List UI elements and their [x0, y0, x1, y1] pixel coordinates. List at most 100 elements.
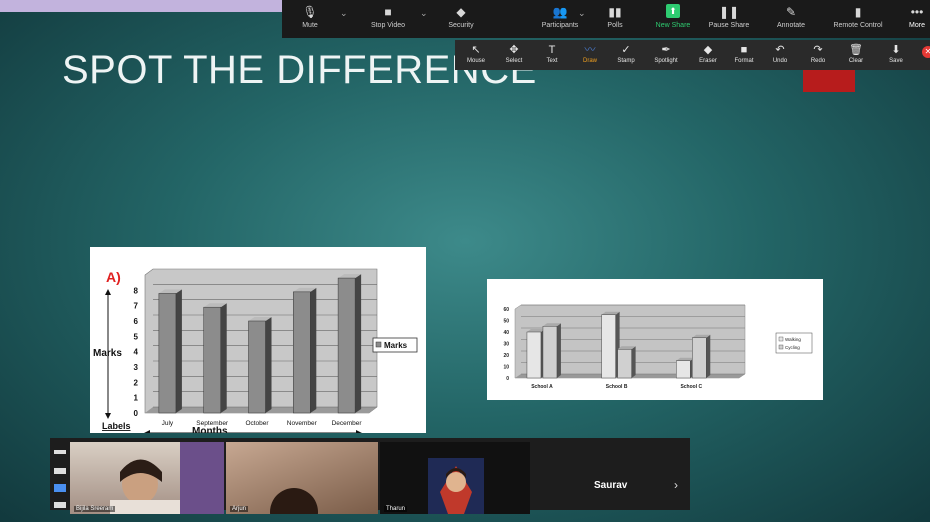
annotate-format-button[interactable]: ■ Format: [727, 40, 761, 70]
spotlight-pen-icon: ✒: [661, 44, 671, 56]
trash-icon: 🗑: [849, 44, 863, 56]
bar-chart-icon: ▮▮: [608, 5, 622, 19]
bar: [617, 349, 632, 379]
y-tick-label: 7: [134, 302, 139, 311]
participant-avatar: [428, 458, 484, 514]
bar-side: [175, 289, 182, 413]
text-t-icon: T: [548, 44, 556, 56]
toolbar-label: Security: [448, 22, 474, 29]
ellipsis-icon: •••: [910, 5, 924, 19]
eraser-icon: ◆: [703, 44, 713, 56]
toolbar-annotate-button[interactable]: ✎ Annotate: [768, 0, 814, 38]
curtain-shape: [180, 442, 224, 514]
x-tick-label: October: [245, 420, 269, 427]
toolbar-label: Stop Video: [370, 22, 406, 29]
squiggle-icon: 〰: [584, 44, 596, 56]
participant-tile[interactable]: Arjun: [226, 442, 378, 514]
shirt-shape: [110, 500, 180, 514]
chevron-down-icon[interactable]: ⌄: [420, 8, 428, 19]
annotate-eraser-button[interactable]: ◆ Eraser: [691, 40, 725, 70]
chart-b-panel: 0 10 20 30 40 50 60 School A School B School C Wal…: [487, 279, 823, 400]
annotate-undo-button[interactable]: ↶ Undo: [763, 40, 797, 70]
annotate-label: Stamp: [617, 58, 635, 64]
y-tick-label: 1: [134, 394, 139, 403]
x-tick-label: December: [332, 420, 363, 427]
annotate-text-button[interactable]: T Text: [535, 40, 569, 70]
x-tick-label: School C: [680, 384, 702, 390]
toolbar-more-button[interactable]: ••• More: [894, 0, 930, 38]
y-tick-label: 3: [134, 363, 139, 372]
bar-side: [556, 323, 561, 378]
y-tick-label: 8: [134, 286, 139, 295]
chevron-down-icon[interactable]: ⌄: [340, 8, 348, 19]
chevron-down-icon[interactable]: ⌄: [578, 8, 586, 19]
undo-icon: ↶: [775, 44, 785, 56]
annotate-mouse-button[interactable]: ↖ Mouse: [459, 40, 493, 70]
toolbar-security-button[interactable]: ◆ Security: [438, 0, 484, 38]
y-tick-label: 30: [503, 342, 509, 348]
square-color-icon: ■: [740, 44, 748, 56]
next-page-chevron-icon[interactable]: ›: [674, 478, 678, 492]
redo-icon: ↷: [813, 44, 823, 56]
annotation-red-mark: [803, 70, 855, 92]
annotate-draw-button[interactable]: 〰 Draw: [573, 40, 607, 70]
mouse-icon: ▮: [854, 5, 862, 19]
annotate-label: Draw: [582, 58, 597, 64]
annotate-save-button[interactable]: ⬇ Save: [879, 40, 913, 70]
panel-label: A): [106, 269, 121, 285]
annotation-toolbar: ↖ Mouse ✥ Select T Text 〰 Draw ✓ Stamp ✒ Spotlight ◆…: [455, 40, 930, 70]
bar: [203, 306, 221, 414]
annotate-label: Eraser: [699, 58, 717, 64]
move-icon: ✥: [509, 44, 519, 56]
pause-icon: ❚❚: [718, 5, 740, 19]
close-annotation-icon[interactable]: ✕: [922, 46, 930, 58]
annotate-label: Select: [505, 58, 523, 64]
y-tick-label: 40: [503, 330, 509, 336]
annotate-select-button[interactable]: ✥ Select: [497, 40, 531, 70]
chart-a-panel: 0 1 2 3 4 5 6 7 8 July September October November Dec…: [90, 247, 426, 437]
legend-swatch: [375, 341, 382, 348]
toolbar-remote-control-button[interactable]: ▮ Remote Control: [822, 0, 894, 38]
participant-tile[interactable]: Tharun: [380, 442, 530, 514]
bar-side: [631, 346, 636, 378]
participant-name: Arjun: [230, 506, 249, 512]
legend-swatch: [778, 336, 784, 342]
bar: [158, 293, 177, 414]
participant-name: Bijila Sreeram: [74, 506, 116, 512]
toolbar-participants-button[interactable]: 👥 Participants: [530, 0, 590, 38]
chart-a: 012345678July September October November Dec…: [93, 268, 418, 437]
minimize-icon[interactable]: [54, 450, 66, 454]
toolbar-pause-share-button[interactable]: ❚❚ Pause Share: [706, 0, 752, 38]
participant-strip: Bijila Sreeram Arjun Tharun: [50, 438, 690, 514]
bar: [676, 360, 691, 379]
participant-video-2: [270, 488, 318, 514]
annotate-label: Redo: [810, 58, 826, 64]
y-tick-label: 6: [134, 317, 139, 326]
toolbar-new-share-button[interactable]: ⬆ New Share: [650, 0, 696, 38]
cursor-icon: ↖: [471, 44, 481, 56]
gallery-view-icon[interactable]: [54, 484, 66, 492]
layout-icon[interactable]: [54, 468, 66, 474]
grid-view-icon[interactable]: [54, 502, 66, 508]
participant-tile[interactable]: Bijila Sreeram: [70, 442, 224, 514]
y-tick-label: 10: [503, 365, 509, 371]
toolbar-stop-video-button[interactable]: ■ Stop Video: [365, 0, 411, 38]
annotate-spotlight-button[interactable]: ✒ Spotlight: [645, 40, 687, 70]
toolbar-label: Polls: [607, 22, 623, 29]
annotate-clear-button[interactable]: 🗑 Clear: [839, 40, 873, 70]
bar: [692, 337, 707, 379]
microphone-icon: 🎙: [302, 5, 318, 19]
toolbar-mute-button[interactable]: 🎙 Mute: [287, 0, 333, 38]
bar-side: [706, 334, 711, 378]
toolbar-polls-button[interactable]: ▮▮ Polls: [592, 0, 638, 38]
arrow-head-up-icon: [105, 289, 111, 295]
toolbar-label: Remote Control: [833, 22, 883, 29]
annotate-redo-button[interactable]: ↷ Redo: [801, 40, 835, 70]
annotate-stamp-button[interactable]: ✓ Stamp: [609, 40, 643, 70]
x-axis-title: Months: [192, 426, 228, 433]
avatar-face: [446, 472, 466, 492]
annotate-label: Text: [546, 58, 558, 64]
bar-side: [355, 274, 362, 413]
y-axis-title: Marks: [93, 348, 122, 359]
legend-box: [775, 332, 813, 354]
